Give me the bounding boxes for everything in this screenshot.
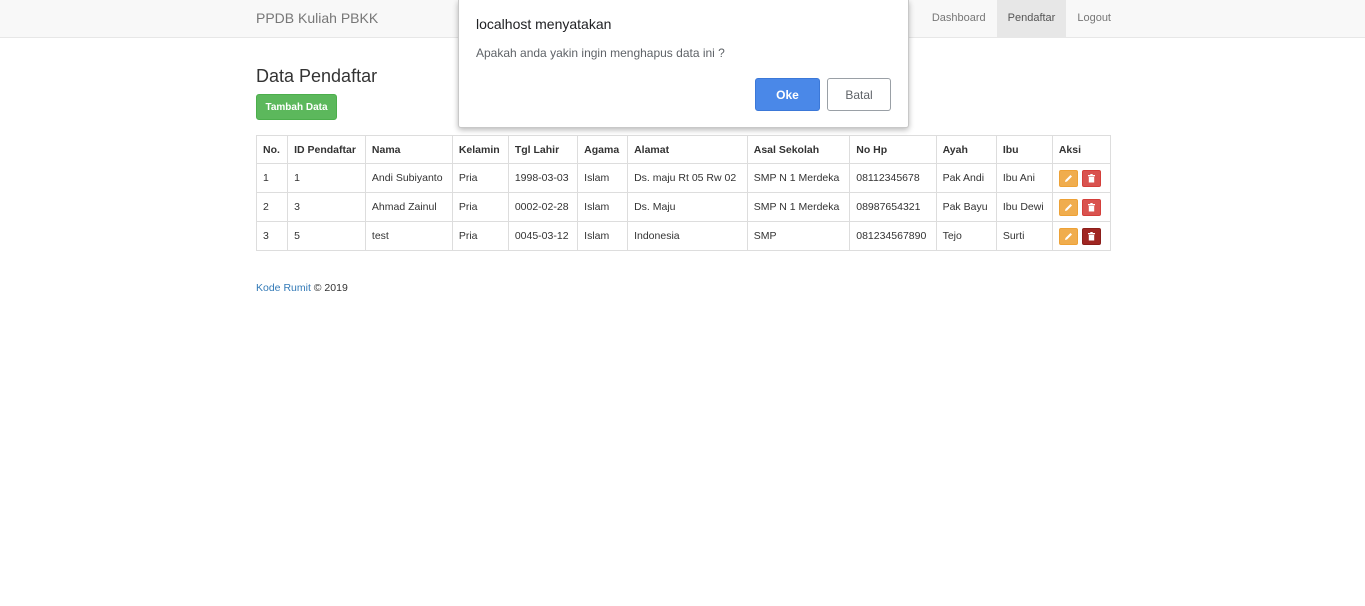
pencil-icon bbox=[1064, 174, 1072, 182]
edit-button[interactable] bbox=[1058, 169, 1078, 187]
cell-kelamin: Pria bbox=[451, 163, 509, 193]
cell-nama: Ahmad Zainul bbox=[364, 192, 453, 222]
cell-alamat: Ds. Maju bbox=[627, 192, 748, 222]
col-header-no: No. bbox=[255, 135, 289, 164]
cell-no: 1 bbox=[255, 163, 289, 193]
cell-no: 2 bbox=[255, 192, 289, 222]
delete-button[interactable] bbox=[1081, 169, 1101, 187]
cell-nama: Andi Subiyanto bbox=[364, 163, 453, 193]
trash-icon bbox=[1087, 202, 1095, 211]
cell-agama: Islam bbox=[577, 163, 629, 193]
cell-aksi bbox=[1051, 192, 1112, 222]
pencil-icon bbox=[1064, 232, 1072, 240]
nav-link-logout[interactable]: Logout bbox=[1066, 0, 1122, 37]
table-row: 1 1 Andi Subiyanto Pria 1998-03-03 Islam… bbox=[255, 163, 1112, 193]
cell-tgl-lahir: 0002-02-28 bbox=[507, 192, 579, 222]
col-header-nama: Nama bbox=[364, 135, 453, 164]
dialog-title: localhost menyatakan bbox=[476, 16, 612, 32]
cell-asal-sekolah: SMP N 1 Merdeka bbox=[746, 163, 851, 193]
footer-link[interactable]: Kode Rumit bbox=[256, 282, 311, 294]
cell-aksi bbox=[1051, 221, 1112, 251]
navbar-brand[interactable]: PPDB Kuliah PBKK bbox=[256, 10, 378, 26]
cell-no: 3 bbox=[255, 221, 289, 251]
registrant-table: No. ID Pendaftar Nama Kelamin Tgl Lahir … bbox=[255, 135, 1112, 251]
cell-alamat: Ds. maju Rt 05 Rw 02 bbox=[627, 163, 748, 193]
cell-ayah: Pak Andi bbox=[935, 163, 997, 193]
footer-copyright: © 2019 bbox=[310, 282, 348, 294]
trash-icon bbox=[1087, 173, 1095, 182]
col-header-asal-sekolah: Asal Sekolah bbox=[746, 135, 851, 164]
delete-button[interactable] bbox=[1081, 227, 1101, 245]
cell-tgl-lahir: 1998-03-03 bbox=[507, 163, 579, 193]
cell-agama: Islam bbox=[577, 221, 629, 251]
footer: Kode Rumit © 2019 bbox=[256, 282, 348, 294]
cell-kelamin: Pria bbox=[451, 192, 509, 222]
cell-no-hp: 081234567890 bbox=[849, 221, 937, 251]
dialog-cancel-button[interactable]: Batal bbox=[827, 78, 891, 111]
cell-tgl-lahir: 0045-03-12 bbox=[507, 221, 579, 251]
col-header-ayah: Ayah bbox=[935, 135, 997, 164]
cell-kelamin: Pria bbox=[451, 221, 509, 251]
cell-id: 3 bbox=[287, 192, 366, 222]
col-header-tgl-lahir: Tgl Lahir bbox=[507, 135, 579, 164]
col-header-id: ID Pendaftar bbox=[287, 135, 366, 164]
nav-link-pendaftar[interactable]: Pendaftar bbox=[996, 0, 1067, 37]
nav-links: Dashboard Pendaftar Logout bbox=[921, 0, 1122, 37]
trash-icon bbox=[1087, 231, 1095, 240]
confirm-dialog: localhost menyatakan Apakah anda yakin i… bbox=[458, 0, 909, 128]
dialog-message: Apakah anda yakin ingin menghapus data i… bbox=[476, 46, 725, 60]
table-row: 2 3 Ahmad Zainul Pria 0002-02-28 Islam D… bbox=[255, 192, 1112, 222]
pencil-icon bbox=[1064, 203, 1072, 211]
col-header-agama: Agama bbox=[577, 135, 629, 164]
cell-alamat: Indonesia bbox=[627, 221, 748, 251]
edit-button[interactable] bbox=[1058, 198, 1078, 216]
cell-asal-sekolah: SMP N 1 Merdeka bbox=[746, 192, 851, 222]
col-header-kelamin: Kelamin bbox=[451, 135, 509, 164]
cell-nama: test bbox=[364, 221, 453, 251]
cell-no-hp: 08987654321 bbox=[849, 192, 937, 222]
cell-asal-sekolah: SMP bbox=[746, 221, 851, 251]
cell-ayah: Pak Bayu bbox=[935, 192, 997, 222]
cell-no-hp: 08112345678 bbox=[849, 163, 937, 193]
table-header-row: No. ID Pendaftar Nama Kelamin Tgl Lahir … bbox=[255, 135, 1112, 164]
delete-button[interactable] bbox=[1081, 198, 1101, 216]
cell-aksi bbox=[1051, 163, 1112, 193]
cell-ibu: Ibu Dewi bbox=[995, 192, 1053, 222]
cell-id: 1 bbox=[287, 163, 366, 193]
cell-ayah: Tejo bbox=[935, 221, 997, 251]
cell-agama: Islam bbox=[577, 192, 629, 222]
table-row: 3 5 test Pria 0045-03-12 Islam Indonesia… bbox=[255, 221, 1112, 251]
edit-button[interactable] bbox=[1058, 227, 1078, 245]
cell-id: 5 bbox=[287, 221, 366, 251]
page-title: Data Pendaftar bbox=[256, 66, 378, 86]
col-header-alamat: Alamat bbox=[627, 135, 748, 164]
nav-link-dashboard[interactable]: Dashboard bbox=[921, 0, 997, 37]
cell-ibu: Surti bbox=[995, 221, 1053, 251]
col-header-no-hp: No Hp bbox=[849, 135, 937, 164]
col-header-aksi: Aksi bbox=[1051, 135, 1112, 164]
dialog-ok-button[interactable]: Oke bbox=[755, 78, 820, 111]
cell-ibu: Ibu Ani bbox=[995, 163, 1053, 193]
add-data-button[interactable]: Tambah Data bbox=[256, 94, 337, 120]
col-header-ibu: Ibu bbox=[995, 135, 1053, 164]
